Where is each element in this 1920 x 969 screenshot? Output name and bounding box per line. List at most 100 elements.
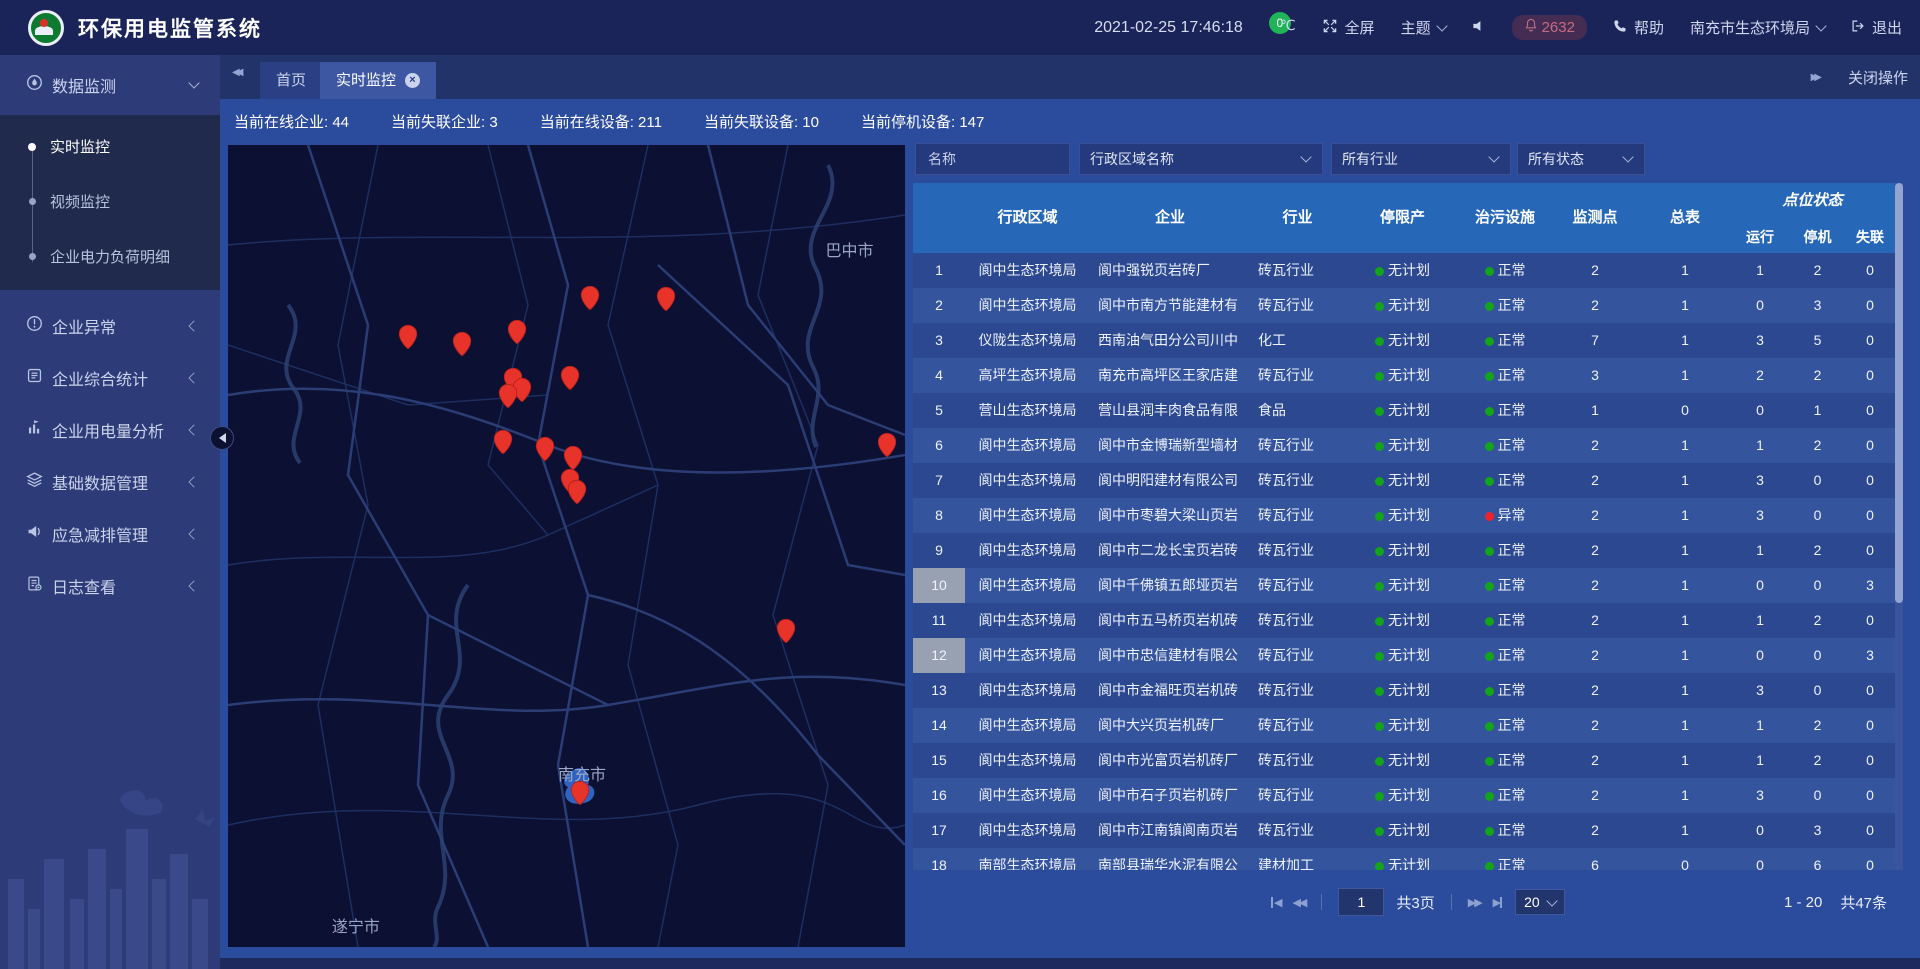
- cell-run: 3: [1730, 778, 1790, 813]
- map-pin-icon[interactable]: [493, 429, 513, 460]
- scrollbar-thumb[interactable]: [1895, 183, 1903, 603]
- page-number-input[interactable]: [1338, 888, 1384, 916]
- table-row[interactable]: 14阆中生态环境局阆中大兴页岩机砖厂砖瓦行业无计划正常21120: [913, 708, 1895, 743]
- filter-select-3[interactable]: 所有状态: [1517, 143, 1645, 175]
- map-pin-icon[interactable]: [535, 436, 555, 467]
- cell-facility: 正常: [1460, 288, 1550, 323]
- table-row[interactable]: 15阆中生态环境局阆中市光富页岩机砖厂砖瓦行业无计划正常21120: [913, 743, 1895, 778]
- logout-button[interactable]: 退出: [1851, 17, 1902, 38]
- table-row[interactable]: 16阆中生态环境局阆中市石子页岩机砖厂砖瓦行业无计划正常21300: [913, 778, 1895, 813]
- search-input[interactable]: [926, 150, 1059, 168]
- status-dot-green: [1375, 302, 1384, 311]
- close-operations-button[interactable]: 关闭操作: [1848, 67, 1908, 88]
- filter-select-2[interactable]: 所有行业: [1331, 143, 1511, 175]
- map-pin-icon[interactable]: [398, 324, 418, 355]
- sidebar-item-3[interactable]: 基础数据管理: [0, 456, 220, 508]
- sidebar-item-label: 日志查看: [52, 574, 116, 598]
- help-button[interactable]: 帮助: [1613, 17, 1664, 38]
- table-row[interactable]: 18南部生态环境局南部县瑞华水泥有限公建材加工无计划正常60060: [913, 848, 1895, 870]
- status-text: 正常: [1498, 472, 1526, 488]
- filter-select-1[interactable]: 行政区域名称: [1079, 143, 1323, 175]
- status-text: 正常: [1498, 787, 1526, 803]
- status-dot-green: [1485, 722, 1494, 731]
- tab-home[interactable]: 首页: [260, 62, 322, 99]
- table-row[interactable]: 10阆中生态环境局阆中千佛镇五郎垭页岩砖瓦行业无计划正常21003: [913, 568, 1895, 603]
- cell-idx: 5: [913, 393, 965, 428]
- table-row[interactable]: 11阆中生态环境局阆中市五马桥页岩机砖砖瓦行业无计划正常21120: [913, 603, 1895, 638]
- table-row[interactable]: 17阆中生态环境局阆中市江南镇阆南页岩砖瓦行业无计划正常21030: [913, 813, 1895, 848]
- map-pin-icon[interactable]: [580, 285, 600, 316]
- map-collapse-button[interactable]: [210, 426, 234, 450]
- status-dot-green: [1375, 337, 1384, 346]
- close-tab-icon[interactable]: ×: [405, 73, 420, 88]
- table-row[interactable]: 9阆中生态环境局阆中市二龙长宝页岩砖砖瓦行业无计划正常21120: [913, 533, 1895, 568]
- table-row[interactable]: 4高坪生态环境局南充市高坪区王家店建砖瓦行业无计划正常31220: [913, 358, 1895, 393]
- select-value: 所有状态: [1528, 149, 1584, 169]
- tab-scroll-right-icon[interactable]: ▶▶: [1811, 72, 1818, 83]
- table-row[interactable]: 5营山生态环境局营山县润丰肉食品有限食品无计划正常10010: [913, 393, 1895, 428]
- map-pin-icon[interactable]: [877, 432, 897, 463]
- map-pin-icon[interactable]: [656, 286, 676, 317]
- notification-badge[interactable]: 2632: [1512, 15, 1587, 40]
- sound-toggle-button[interactable]: [1472, 19, 1486, 37]
- cell-total: 1: [1640, 288, 1730, 323]
- map[interactable]: 巴中市南充市遂宁市: [228, 145, 905, 947]
- cell-facility: 正常: [1460, 778, 1550, 813]
- tab-realtime-monitor[interactable]: 实时监控 ×: [320, 62, 436, 99]
- sidebar-item-label: 应急减排管理: [52, 522, 148, 546]
- sidebar-item-2[interactable]: 企业用电量分析: [0, 404, 220, 456]
- sidebar-item-4[interactable]: 应急减排管理: [0, 508, 220, 560]
- sidebar-item-0[interactable]: 企业异常: [0, 300, 220, 352]
- table-row[interactable]: 8阆中生态环境局阆中市枣碧大梁山页岩砖瓦行业无计划异常21300: [913, 498, 1895, 533]
- cell-limit: 无计划: [1345, 638, 1460, 673]
- status-dot-green: [1485, 617, 1494, 626]
- map-pin-icon[interactable]: [560, 365, 580, 396]
- map-pin-icon[interactable]: [776, 618, 796, 649]
- cell-stop: 1: [1790, 393, 1845, 428]
- status-dot-green: [1485, 442, 1494, 451]
- table-row[interactable]: 7阆中生态环境局阆中明阳建材有限公司砖瓦行业无计划正常21300: [913, 463, 1895, 498]
- table-row[interactable]: 6阆中生态环境局阆中市金博瑞新型墙材砖瓦行业无计划正常21120: [913, 428, 1895, 463]
- cell-facility: 正常: [1460, 743, 1550, 778]
- cell-company: 阆中市忠信建材有限公: [1090, 638, 1250, 673]
- sidebar-subitem-2[interactable]: 企业电力负荷明细: [0, 229, 220, 284]
- table-row[interactable]: 13阆中生态环境局阆中市金福旺页岩机砖砖瓦行业无计划正常21300: [913, 673, 1895, 708]
- map-pin-icon[interactable]: [570, 780, 590, 811]
- sidebar-item-data-monitor[interactable]: 数据监测: [0, 55, 220, 115]
- cell-stop: 6: [1790, 848, 1845, 870]
- table-row[interactable]: 12阆中生态环境局阆中市忠信建材有限公砖瓦行业无计划正常21003: [913, 638, 1895, 673]
- cell-industry: 砖瓦行业: [1250, 428, 1345, 463]
- column-header-points: 监测点: [1550, 183, 1640, 253]
- map-pin-icon[interactable]: [507, 319, 527, 350]
- first-page-button[interactable]: ◀: [1270, 896, 1280, 909]
- sidebar-item-5[interactable]: 日志查看: [0, 560, 220, 612]
- page-size-select[interactable]: 20: [1515, 889, 1565, 915]
- stat-item: 当前失联企业: 3: [391, 111, 498, 132]
- prev-page-button[interactable]: ◀◀: [1292, 896, 1305, 909]
- cell-facility: 正常: [1460, 253, 1550, 288]
- table-row[interactable]: 3仪陇生态环境局西南油气田分公司川中化工无计划正常71350: [913, 323, 1895, 358]
- pagination-bar: ◀ ◀◀ 共3页 ▶▶ ▶ 20 1 - 20 共47条: [913, 885, 1895, 919]
- table-scrollbar[interactable]: [1895, 183, 1903, 870]
- cell-company: 阆中市光富页岩机砖厂: [1090, 743, 1250, 778]
- map-pin-icon[interactable]: [567, 479, 587, 510]
- map-pin-icon[interactable]: [452, 331, 472, 362]
- organization-dropdown[interactable]: 南充市生态环境局: [1690, 17, 1825, 38]
- sidebar-subitem-1[interactable]: 视频监控: [0, 174, 220, 229]
- cell-stop: 3: [1790, 288, 1845, 323]
- map-pin-icon[interactable]: [498, 383, 518, 414]
- cell-lost: 0: [1845, 533, 1895, 568]
- table-row[interactable]: 1阆中生态环境局阆中强锐页岩砖厂砖瓦行业无计划正常21120: [913, 253, 1895, 288]
- table-row[interactable]: 2阆中生态环境局阆中市南方节能建材有砖瓦行业无计划正常21030: [913, 288, 1895, 323]
- sidebar-item-1[interactable]: 企业综合统计: [0, 352, 220, 404]
- tab-scroll-left-icon[interactable]: ◀◀: [232, 67, 239, 78]
- cell-region: 阆中生态环境局: [965, 533, 1090, 568]
- last-page-button[interactable]: ▶: [1493, 896, 1503, 909]
- fullscreen-button[interactable]: 全屏: [1322, 17, 1375, 38]
- theme-dropdown[interactable]: 主题: [1401, 17, 1446, 38]
- chevron-down-icon: [1622, 151, 1633, 162]
- next-page-button[interactable]: ▶▶: [1468, 896, 1481, 909]
- sidebar-subitem-0[interactable]: 实时监控: [0, 119, 220, 174]
- status-dot-green: [1375, 582, 1384, 591]
- cell-stop: 0: [1790, 778, 1845, 813]
